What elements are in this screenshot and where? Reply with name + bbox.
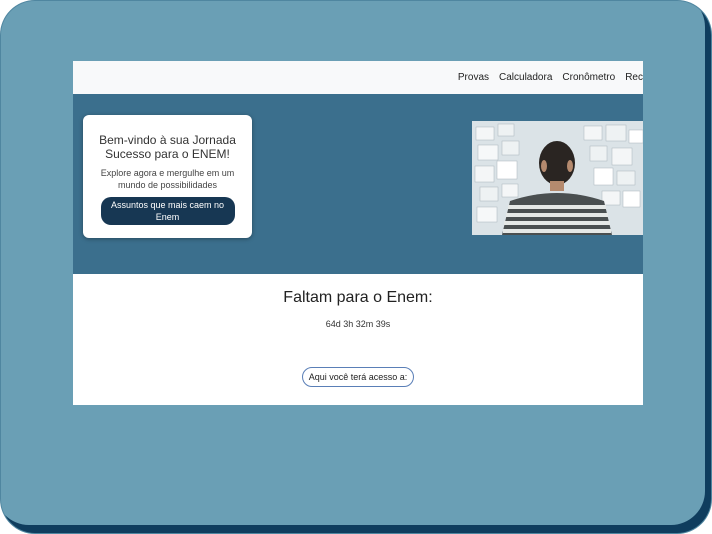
countdown-section: Faltam para o Enem: 64d 3h 32m 39s Aqui … [73,289,643,387]
hero-photo [472,121,643,235]
welcome-text: Explore agora e mergulhe em um mundo de … [100,168,235,190]
browser-screen: Provas Calculadora Cronômetro Rec Bem-vi… [73,61,643,405]
nav-item-cronometro[interactable]: Cronômetro [562,72,615,83]
nav-item-cut-off[interactable]: Rec [625,72,643,83]
device-frame: Provas Calculadora Cronômetro Rec Bem-vi… [1,1,711,533]
top-subjects-button[interactable]: Assuntos que mais caem no Enem [100,197,235,225]
countdown-value: 64d 3h 32m 39s [325,319,391,329]
nav-item-calculadora[interactable]: Calculadora [499,72,552,83]
welcome-title: Bem-vindo à sua Jornada Sucesso para o E… [99,133,236,161]
hero-banner: Bem-vindo à sua Jornada Sucesso para o E… [73,94,643,274]
welcome-card: Bem-vindo à sua Jornada Sucesso para o E… [83,115,252,238]
access-pill[interactable]: Aqui você terá acesso a: [301,367,415,387]
countdown-title: Faltam para o Enem: [283,289,433,306]
top-navbar: Provas Calculadora Cronômetro Rec [73,61,643,94]
nav-item-provas[interactable]: Provas [458,72,489,83]
student-at-wall-illustration [472,121,643,235]
